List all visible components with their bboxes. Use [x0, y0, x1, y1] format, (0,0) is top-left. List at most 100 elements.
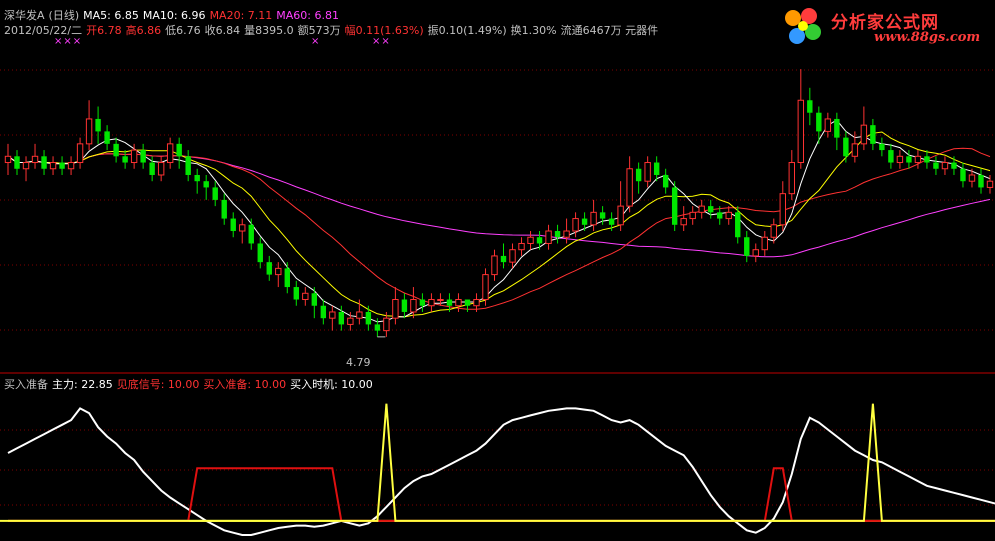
signal-marks-1: ××× [54, 36, 83, 47]
candle-body [662, 174, 669, 188]
candle-body [671, 187, 678, 225]
candle-body [941, 162, 949, 170]
candle-body [212, 187, 218, 200]
candle-body [221, 199, 227, 219]
candle-body [428, 299, 435, 307]
ma60-line [7, 153, 991, 258]
candle-body [761, 236, 768, 251]
candle-body [419, 299, 426, 306]
signal-marks-2: × [311, 36, 321, 47]
candle-body [563, 230, 570, 238]
indicator-signal1: 见底信号: 10.00 [116, 378, 200, 391]
ma20-line [7, 147, 991, 310]
candle-body [689, 211, 696, 220]
ma60-label: MA60: 6.81 [276, 9, 339, 22]
candle-body [85, 118, 93, 145]
chart-canvas[interactable] [0, 0, 995, 541]
candle-body [22, 162, 30, 170]
candle-body [95, 118, 101, 132]
logo-flower-icon [785, 8, 821, 44]
candle-body [816, 112, 822, 132]
candle-body [149, 162, 155, 175]
candle-body [140, 150, 146, 163]
candle-body [590, 211, 597, 226]
candle-body [518, 242, 525, 251]
candle-body [554, 231, 561, 238]
stock-name: 深华发A [4, 9, 45, 22]
high-label: 高6.86 [125, 24, 162, 37]
candle-body [104, 131, 110, 144]
candle-body [914, 155, 922, 164]
candle-body [896, 155, 904, 164]
candle-body [248, 224, 254, 244]
candle-body [960, 168, 966, 182]
candle-body [527, 236, 534, 244]
candle-body [67, 162, 75, 170]
candle-body [879, 143, 885, 151]
logo-url: www.88gs.com [874, 30, 981, 45]
candle-body [257, 243, 263, 263]
candle-body [401, 299, 408, 312]
site-logo: 分析家公式网 www.88gs.com [779, 4, 989, 48]
candle-body [284, 268, 290, 288]
candle-body [374, 324, 381, 331]
candle-body [500, 255, 507, 263]
candle-body [572, 218, 579, 232]
indicator-signal2: 买入准备: 10.00 [203, 378, 287, 391]
open-label: 开6.78 [86, 24, 122, 37]
candle-body [779, 193, 786, 226]
indicator-name: 买入准备 [4, 378, 48, 391]
candle-body [617, 205, 624, 226]
candle-body [347, 317, 354, 325]
candle-body [843, 137, 849, 157]
candle-body [130, 149, 138, 164]
candle-body [933, 162, 939, 169]
candle-body [338, 311, 345, 325]
candle-body [797, 99, 805, 164]
candle-body [4, 155, 12, 164]
period-label[interactable]: (日线) [49, 9, 80, 22]
indicator-signal3: 买入时机: 10.00 [290, 378, 373, 391]
candle-body [464, 299, 471, 306]
indicator-header: 买入准备 主力: 22.85 见底信号: 10.00 买入准备: 10.00 买入时机:… [4, 378, 377, 391]
candle-body [166, 143, 174, 164]
candle-body [41, 156, 47, 169]
candle-body [725, 211, 732, 220]
candle-body [644, 162, 651, 182]
candle-body [770, 224, 777, 238]
candle-body [717, 212, 723, 219]
candle-body [31, 155, 39, 164]
candle-body [735, 212, 741, 238]
candle-body [266, 262, 272, 275]
candle-body [536, 237, 543, 244]
candle-body [293, 287, 299, 300]
candle-body [752, 249, 759, 257]
candle-body [157, 162, 165, 176]
candle-body [653, 162, 660, 175]
candle-body [807, 100, 813, 113]
candle-body [698, 205, 705, 213]
candle-body [680, 218, 687, 226]
candle-body [194, 174, 200, 182]
candle-body [356, 311, 363, 319]
signal-marks-3: ×× [372, 36, 391, 47]
candle-body [275, 267, 282, 276]
candle-body [888, 150, 894, 163]
zhunbei-line [8, 467, 995, 522]
candle-body [455, 299, 462, 307]
candle-body [203, 181, 209, 188]
candle-body [392, 299, 399, 319]
low-label: 低6.76 [165, 24, 201, 37]
candle-body [978, 174, 984, 188]
candle-body [329, 311, 336, 319]
candle-body [906, 156, 912, 163]
candle-body [924, 156, 930, 163]
candle-body [113, 143, 119, 157]
candle-body [302, 292, 309, 301]
candle-body [239, 224, 246, 232]
candle-body [509, 249, 516, 263]
ma5-label: MA5: 6.85 [83, 9, 139, 22]
candle-body [635, 168, 642, 182]
ma10-line [7, 131, 991, 318]
candle-body [851, 143, 859, 157]
